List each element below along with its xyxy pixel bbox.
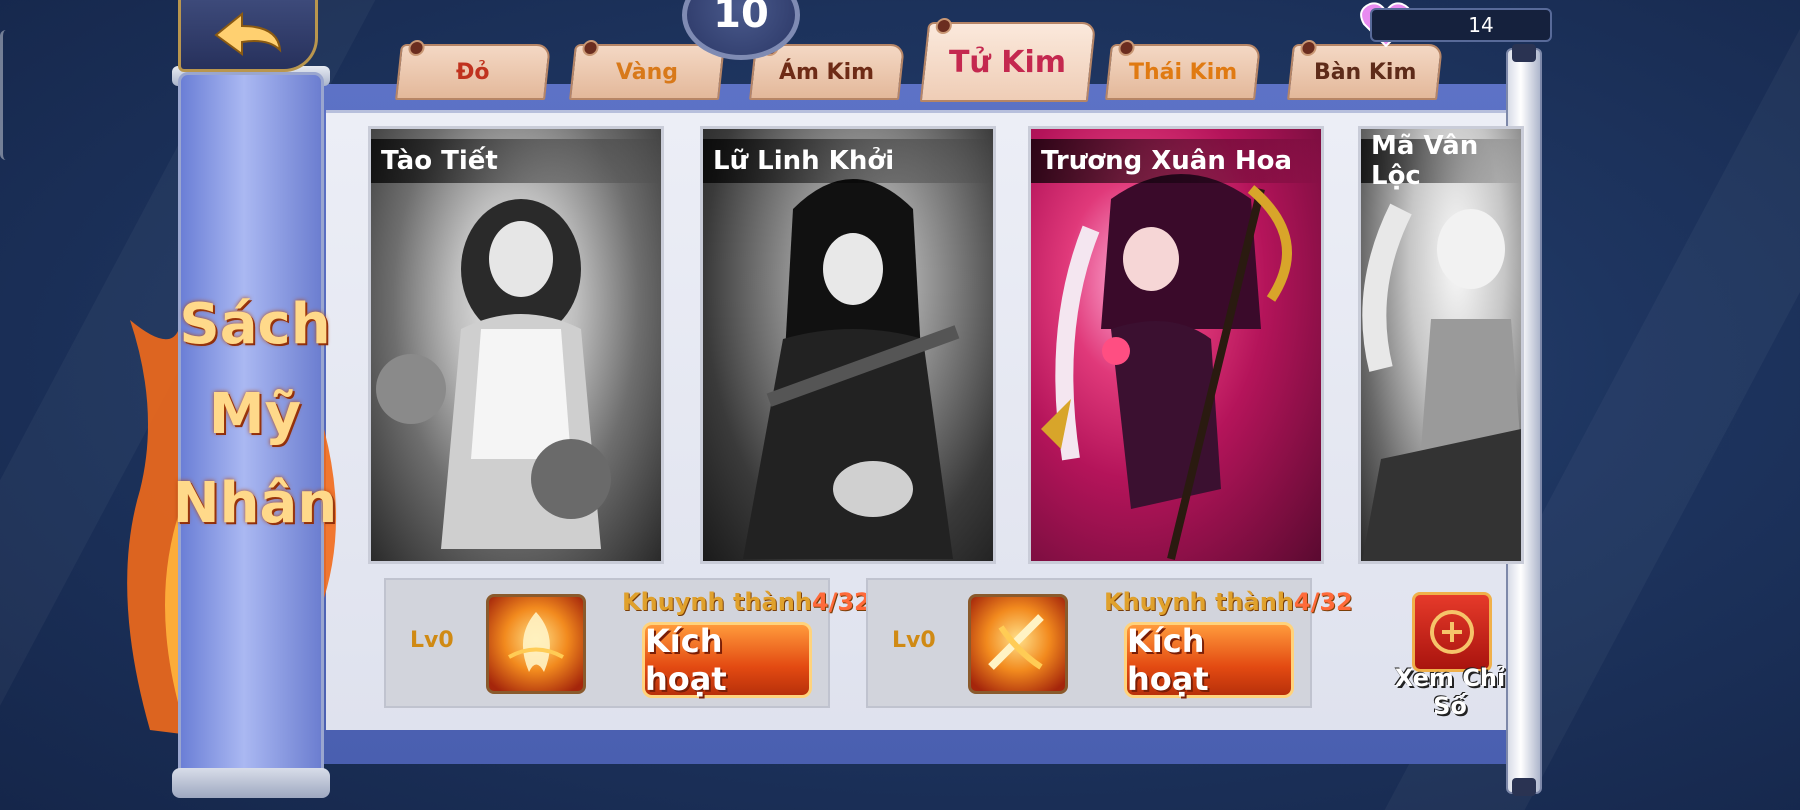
currency-counter: 14	[1370, 8, 1552, 42]
pin-icon	[1117, 40, 1136, 56]
tab-label: Đỏ	[456, 59, 490, 85]
tab-label: Thái Kim	[1128, 59, 1238, 85]
pin-icon	[581, 40, 600, 56]
tab-label: Ám Kim	[779, 59, 875, 85]
rod-cap-bottom	[1512, 778, 1536, 796]
book-title-line: Sách	[179, 292, 331, 357]
tab-label: Bàn Kim	[1313, 59, 1417, 85]
khuynh-thanh-progress: Khuynh thành4/32	[622, 588, 871, 616]
character-card-ma-van-loc[interactable]: Mã Vân Lộc	[1358, 126, 1524, 564]
tab-ban-kim[interactable]: Bàn Kim	[1287, 40, 1443, 100]
card-name: Mã Vân Lộc	[1361, 131, 1521, 191]
pin-icon	[407, 40, 426, 56]
pin-icon	[1299, 40, 1318, 56]
character-art	[1031, 129, 1321, 561]
tab-label: Vàng	[615, 59, 679, 85]
khuynh-thanh-progress: Khuynh thành4/32	[1104, 588, 1353, 616]
pair-info-panel: Lv0 Khuynh thành4/32 Kích hoạt	[384, 578, 871, 708]
khuynh-count: 4/32	[1293, 588, 1353, 616]
back-arrow-icon	[214, 11, 282, 56]
scroll-left-cap	[172, 768, 330, 798]
tab-do[interactable]: Đỏ	[395, 40, 551, 100]
character-art	[703, 129, 993, 561]
character-card-truong-xuan-hoa[interactable]: Trương Xuân Hoa	[1028, 126, 1324, 564]
book-title-line: Mỹ	[208, 381, 302, 447]
view-stats-label: Xem Chỉ Số	[1394, 664, 1506, 720]
scroll-icon	[1412, 592, 1492, 672]
character-art	[1361, 129, 1521, 561]
character-card-lu-linh-khoi[interactable]: Lữ Linh Khởi	[700, 126, 996, 564]
character-art	[371, 129, 661, 561]
pair-level: Lv0	[892, 628, 936, 653]
card-name: Lữ Linh Khởi	[703, 139, 993, 183]
pin-icon	[934, 18, 953, 34]
card-name: Trương Xuân Hoa	[1031, 139, 1321, 183]
khuynh-label: Khuynh thành	[622, 588, 812, 616]
khuynh-count: 4/32	[811, 588, 871, 616]
character-card-tao-tiet[interactable]: Tào Tiết	[368, 126, 664, 564]
blade-skill-icon[interactable]	[968, 594, 1068, 694]
activate-button[interactable]: Kích hoạt	[1124, 622, 1294, 698]
pair-info-panel: Lv0 Khuynh thành4/32 Kích hoạt	[866, 578, 1353, 708]
edge-decoration	[0, 30, 6, 160]
tab-label: Tử Kim	[949, 44, 1067, 80]
pair-level: Lv0	[410, 628, 454, 653]
book-title: Sách Mỹ Nhân	[170, 280, 340, 549]
rod-cap-top	[1512, 44, 1536, 62]
tab-vang[interactable]: Vàng	[569, 40, 725, 100]
tab-thai-kim[interactable]: Thái Kim	[1105, 40, 1261, 100]
khuynh-label: Khuynh thành	[1104, 588, 1294, 616]
phoenix-skill-icon[interactable]	[486, 594, 586, 694]
back-button[interactable]	[178, 0, 318, 72]
activate-button[interactable]: Kích hoạt	[642, 622, 812, 698]
view-stats-button[interactable]: Xem Chỉ Số	[1382, 586, 1518, 720]
card-name: Tào Tiết	[371, 139, 661, 183]
tab-tu-kim[interactable]: Tử Kim	[919, 18, 1097, 102]
book-title-line: Nhân	[172, 471, 338, 537]
